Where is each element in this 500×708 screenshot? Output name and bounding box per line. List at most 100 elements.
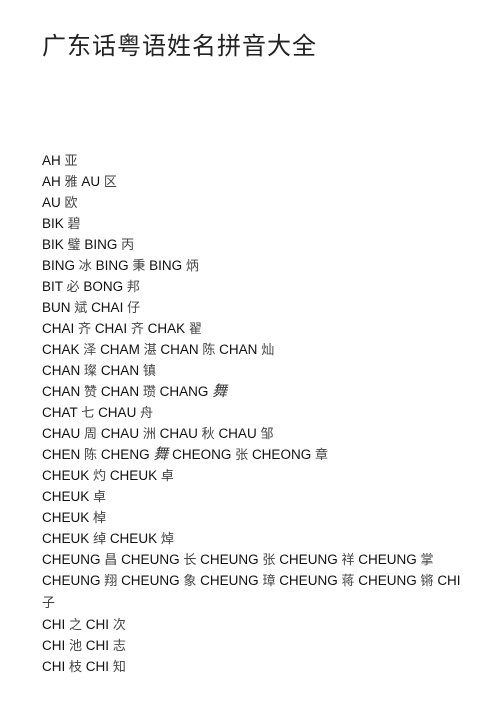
list-line: BING 冰 BING 秉 BING 炳 <box>42 255 472 276</box>
list-line: CHI 之 CHI 次 <box>42 614 472 635</box>
chinese-character: 璋 <box>262 574 276 589</box>
list-line: CHEN 陈 CHENG 舞 CHEONG 张 CHEONG 章 <box>42 444 472 465</box>
chinese-character: 灼 <box>93 469 107 484</box>
romanization: CHEUK <box>42 468 90 483</box>
romanization: CHEUNG <box>358 573 417 588</box>
chinese-character: 邦 <box>126 280 140 295</box>
chinese-character: 池 <box>69 639 83 654</box>
name-list: AH 亚 AH 雅 AU 区 AU 欧 BIK 碧 BIK 璧 BING 丙 BING 冰… <box>42 150 472 677</box>
chinese-character: 丙 <box>121 238 135 253</box>
romanization: CHEUK <box>42 489 90 504</box>
chinese-character: 卓 <box>93 490 107 505</box>
list-line: CHAT 七 CHAU 舟 <box>42 402 472 423</box>
list-line: CHAK 泽 CHAM 湛 CHAN 陈 CHAN 灿 <box>42 339 472 360</box>
romanization: CHEUNG <box>121 552 180 567</box>
romanization: CHI <box>42 638 66 653</box>
chinese-character: 周 <box>84 427 98 442</box>
chinese-character: 泽 <box>83 343 97 358</box>
romanization: BING <box>149 258 183 273</box>
romanization: CHEUNG <box>279 552 338 567</box>
chinese-character: 祥 <box>341 553 355 568</box>
list-line: AU 欧 <box>42 192 472 213</box>
romanization: CHAI <box>94 321 128 336</box>
chinese-character: 枝 <box>69 660 83 675</box>
chinese-character: 张 <box>262 553 276 568</box>
romanization: CHAU <box>42 426 81 441</box>
romanization: CHI <box>85 617 110 632</box>
chinese-character: 绰 <box>93 532 107 547</box>
chinese-character: 欧 <box>64 196 78 211</box>
chinese-character: 斌 <box>74 301 88 316</box>
page-title: 广东话粤语姓名拼音大全 <box>42 32 317 60</box>
chinese-character: 子 <box>42 596 56 611</box>
chinese-character: 雅 <box>64 175 78 190</box>
romanization: CHAN <box>100 384 140 399</box>
chinese-character: 仔 <box>127 301 141 316</box>
chinese-character: 湛 <box>143 343 157 358</box>
chinese-character: 齐 <box>78 322 92 337</box>
chinese-character: 昌 <box>104 553 118 568</box>
romanization: CHEUNG <box>121 573 180 588</box>
romanization: AU <box>42 195 61 210</box>
chinese-character: 必 <box>66 280 80 295</box>
chinese-character: 翔 <box>104 574 118 589</box>
romanization: CHI <box>85 638 110 653</box>
chinese-character: 锵 <box>420 574 434 589</box>
chinese-character: 陈 <box>84 448 98 463</box>
romanization: BING <box>42 258 76 273</box>
romanization: CHAU <box>98 405 137 420</box>
chinese-character: 齐 <box>130 322 144 337</box>
chinese-character: 张 <box>235 448 249 463</box>
chinese-character: 舞 <box>212 382 228 400</box>
chinese-character: 瓒 <box>142 385 156 400</box>
romanization: CHAN <box>160 342 199 357</box>
list-line: AH 亚 <box>42 150 472 171</box>
chinese-character: 秉 <box>132 259 146 274</box>
chinese-character: 邹 <box>260 427 274 442</box>
romanization: AU <box>81 174 101 189</box>
romanization: CHEUNG <box>279 573 338 588</box>
romanization: CHEUNG <box>358 552 417 567</box>
list-line: CHI 池 CHI 志 <box>42 635 472 656</box>
romanization: CHAN <box>100 363 140 378</box>
chinese-character: 舞 <box>153 445 169 463</box>
romanization: CHAN <box>42 384 81 399</box>
romanization: BING <box>84 237 118 252</box>
romanization: CHI <box>437 573 461 588</box>
romanization: CHAN <box>219 342 258 357</box>
chinese-character: 掌 <box>420 553 434 568</box>
list-line: BIK 璧 BING 丙 <box>42 234 472 255</box>
romanization: CHEUNG <box>42 552 101 567</box>
list-line: CHI 枝 CHI 知 <box>42 656 472 677</box>
chinese-character: 焯 <box>160 532 174 547</box>
romanization: CHEUNG <box>42 573 101 588</box>
list-line: CHEUK 灼 CHEUK 卓 <box>42 465 472 486</box>
romanization: CHEONG <box>172 447 232 462</box>
list-line: CHEUK 棹 <box>42 507 472 528</box>
romanization: CHAT <box>42 405 78 420</box>
chinese-character: 长 <box>183 553 197 568</box>
list-line: CHAI 齐 CHAI 齐 CHAK 翟 <box>42 318 472 339</box>
romanization: CHI <box>42 617 66 632</box>
chinese-character: 棹 <box>93 511 107 526</box>
romanization: CHAK <box>42 342 80 357</box>
list-line: CHAU 周 CHAU 洲 CHAU 秋 CHAU 邹 <box>42 423 472 444</box>
romanization: CHAU <box>100 426 140 441</box>
romanization: BUN <box>42 300 71 315</box>
chinese-character: 次 <box>112 618 126 633</box>
chinese-character: 卓 <box>160 469 174 484</box>
romanization: CHI <box>42 659 66 674</box>
romanization: CHEUK <box>42 510 90 525</box>
chinese-character: 亚 <box>64 154 78 169</box>
romanization: CHEUK <box>42 531 90 546</box>
chinese-character: 志 <box>112 639 126 654</box>
chinese-character: 象 <box>183 574 197 589</box>
list-line: AH 雅 AU 区 <box>42 171 472 192</box>
list-line: BIT 必 BONG 邦 <box>42 276 472 297</box>
chinese-character: 炳 <box>185 259 199 274</box>
list-line: CHEUK 卓 <box>42 486 472 507</box>
romanization: CHAU <box>159 426 198 441</box>
list-line: CHEUK 绰 CHEUK 焯 <box>42 528 472 549</box>
romanization: BIT <box>42 279 63 294</box>
chinese-character: 蒋 <box>341 574 355 589</box>
